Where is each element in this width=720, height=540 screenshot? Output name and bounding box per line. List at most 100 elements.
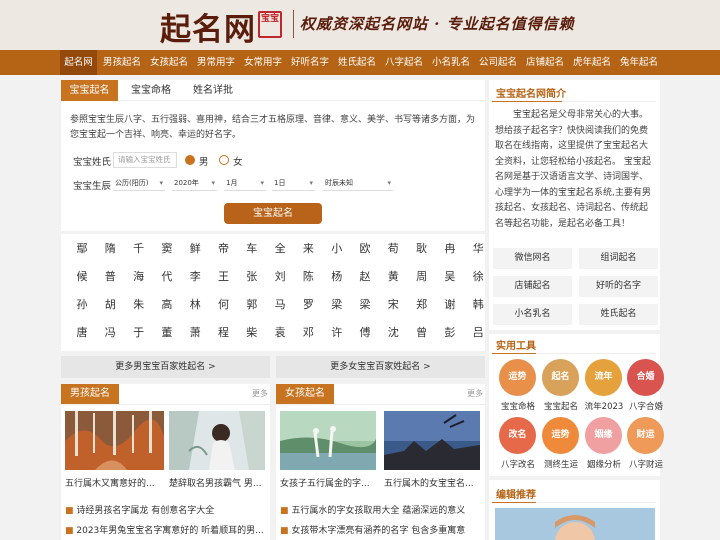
nav-item-bazi[interactable]: 八字起名: [381, 50, 427, 75]
surname-link[interactable]: 鲜: [185, 240, 205, 258]
surname-link[interactable]: 梁: [355, 296, 375, 314]
tool-label[interactable]: 八字财运: [620, 458, 672, 470]
surname-link[interactable]: 徐: [468, 268, 488, 286]
surname-link[interactable]: 傅: [355, 324, 375, 342]
surname-link[interactable]: 何: [214, 296, 234, 314]
tool-icon[interactable]: 流年: [585, 359, 622, 396]
tool-icon[interactable]: 运势: [542, 417, 579, 454]
nav-item-company[interactable]: 公司起名: [475, 50, 521, 75]
surname-link[interactable]: 罗: [298, 296, 318, 314]
nav-item-shop[interactable]: 店铺起名: [522, 50, 568, 75]
surname-link[interactable]: 宋: [383, 296, 403, 314]
day-select[interactable]: 1日: [272, 176, 315, 191]
surname-link[interactable]: 耿: [412, 240, 432, 258]
girl-article-thumb-2[interactable]: [384, 411, 480, 470]
surname-input[interactable]: 请输入宝宝姓氏: [113, 152, 177, 168]
surname-link[interactable]: 来: [298, 240, 318, 258]
site-logo[interactable]: 起名网: [160, 4, 256, 49]
more-girl-surnames-link[interactable]: 更多女宝宝百家姓起名 >: [276, 356, 485, 378]
surname-link[interactable]: 鄢: [72, 240, 92, 258]
surname-link[interactable]: 杨: [327, 268, 347, 286]
tool-label[interactable]: 八字合婚: [620, 400, 672, 412]
link-shop-naming[interactable]: 店铺起名: [493, 276, 572, 297]
surname-link[interactable]: 张: [242, 268, 262, 286]
surname-link[interactable]: 孙: [72, 296, 92, 314]
surname-link[interactable]: 千: [129, 240, 149, 258]
boy-list-item-2[interactable]: ■ 2023年男兔宝宝名字寓意好的 听着顺耳的男...: [65, 523, 265, 536]
surname-link[interactable]: 欧: [355, 240, 375, 258]
surname-link[interactable]: 萧: [185, 324, 205, 342]
hour-select[interactable]: 时辰未知: [323, 176, 393, 191]
nav-item-nickname[interactable]: 小名乳名: [428, 50, 474, 75]
surname-link[interactable]: 梁: [327, 296, 347, 314]
tool-icon[interactable]: 姻缘: [585, 417, 622, 454]
surname-link[interactable]: 柴: [242, 324, 262, 342]
girl-list-item-2[interactable]: ■ 女孩带木字漂亮有涵养的名字 包含多重寓意: [280, 523, 480, 536]
link-word-naming[interactable]: 组词起名: [579, 248, 658, 269]
surname-link[interactable]: 帝: [214, 240, 234, 258]
nav-item-nice-names[interactable]: 好听名字: [287, 50, 333, 75]
girl-article-thumb-1[interactable]: [280, 411, 376, 470]
surname-link[interactable]: 邓: [298, 324, 318, 342]
surname-link[interactable]: 代: [157, 268, 177, 286]
tool-icon[interactable]: 财运: [627, 417, 664, 454]
surname-link[interactable]: 陈: [298, 268, 318, 286]
nav-item-surname[interactable]: 姓氏起名: [334, 50, 380, 75]
surname-link[interactable]: 曾: [412, 324, 432, 342]
boy-article-caption-2[interactable]: 楚辞取名男孩霸气 男...: [169, 476, 267, 489]
boy-article-thumb-1[interactable]: [65, 411, 164, 470]
surname-link[interactable]: 刘: [270, 268, 290, 286]
nav-item-tiger-year[interactable]: 虎年起名: [569, 50, 615, 75]
surname-link[interactable]: 高: [157, 296, 177, 314]
surname-link[interactable]: 周: [412, 268, 432, 286]
girl-section-more-link[interactable]: 更多: [467, 388, 483, 399]
nav-item-rabbit-year[interactable]: 兔年起名: [616, 50, 662, 75]
tab-name-analysis[interactable]: 姓名详批: [185, 80, 241, 101]
boy-article-thumb-2[interactable]: [169, 411, 265, 470]
tool-icon[interactable]: 起名: [542, 359, 579, 396]
more-boy-surnames-link[interactable]: 更多男宝宝百家姓起名 >: [61, 356, 270, 378]
girl-article-caption-1[interactable]: 女孩子五行属金的字...: [280, 476, 378, 489]
surname-link[interactable]: 程: [214, 324, 234, 342]
link-nickname[interactable]: 小名乳名: [493, 304, 572, 325]
surname-link[interactable]: 车: [242, 240, 262, 258]
month-select[interactable]: 1月: [224, 176, 266, 191]
surname-link[interactable]: 普: [100, 268, 120, 286]
surname-link[interactable]: 小: [327, 240, 347, 258]
surname-link[interactable]: 候: [72, 268, 92, 286]
nav-item-boy-chars[interactable]: 男常用字: [193, 50, 239, 75]
surname-link[interactable]: 窦: [157, 240, 177, 258]
surname-link[interactable]: 全: [270, 240, 290, 258]
surname-link[interactable]: 唐: [72, 324, 92, 342]
calendar-select[interactable]: 公历(阳历): [113, 176, 165, 191]
surname-link[interactable]: 华: [468, 240, 488, 258]
editor-pick-image[interactable]: [495, 508, 655, 540]
surname-link[interactable]: 吕: [468, 324, 488, 342]
surname-link[interactable]: 海: [129, 268, 149, 286]
year-select[interactable]: 2020年: [172, 176, 217, 191]
surname-link[interactable]: 吴: [440, 268, 460, 286]
surname-link[interactable]: 沈: [383, 324, 403, 342]
nav-item-home[interactable]: 起名网: [60, 50, 97, 75]
surname-link[interactable]: 韩: [468, 296, 488, 314]
surname-link[interactable]: 袁: [270, 324, 290, 342]
girl-article-caption-2[interactable]: 五行属木的女宝宝名...: [384, 476, 482, 489]
surname-link[interactable]: 黄: [383, 268, 403, 286]
surname-link[interactable]: 李: [185, 268, 205, 286]
nav-item-girl[interactable]: 女孩起名: [146, 50, 192, 75]
tab-baby-destiny[interactable]: 宝宝命格: [123, 80, 179, 101]
surname-link[interactable]: 赵: [355, 268, 375, 286]
girl-list-item-1[interactable]: ■ 五行属水的字女孩取用大全 蕴涵深远的意义: [280, 503, 480, 516]
surname-link[interactable]: 于: [129, 324, 149, 342]
boy-list-item-1[interactable]: ■ 诗经男孩名字属龙 有创意名字大全: [65, 503, 265, 516]
nav-item-boy[interactable]: 男孩起名: [99, 50, 145, 75]
tool-icon[interactable]: 改名: [499, 417, 536, 454]
surname-link[interactable]: 朱: [129, 296, 149, 314]
surname-link[interactable]: 郭: [242, 296, 262, 314]
surname-link[interactable]: 冯: [100, 324, 120, 342]
gender-male-radio[interactable]: [185, 155, 195, 165]
link-surname-naming[interactable]: 姓氏起名: [579, 304, 658, 325]
tool-icon[interactable]: 运势: [499, 359, 536, 396]
surname-link[interactable]: 冉: [440, 240, 460, 258]
surname-link[interactable]: 董: [157, 324, 177, 342]
